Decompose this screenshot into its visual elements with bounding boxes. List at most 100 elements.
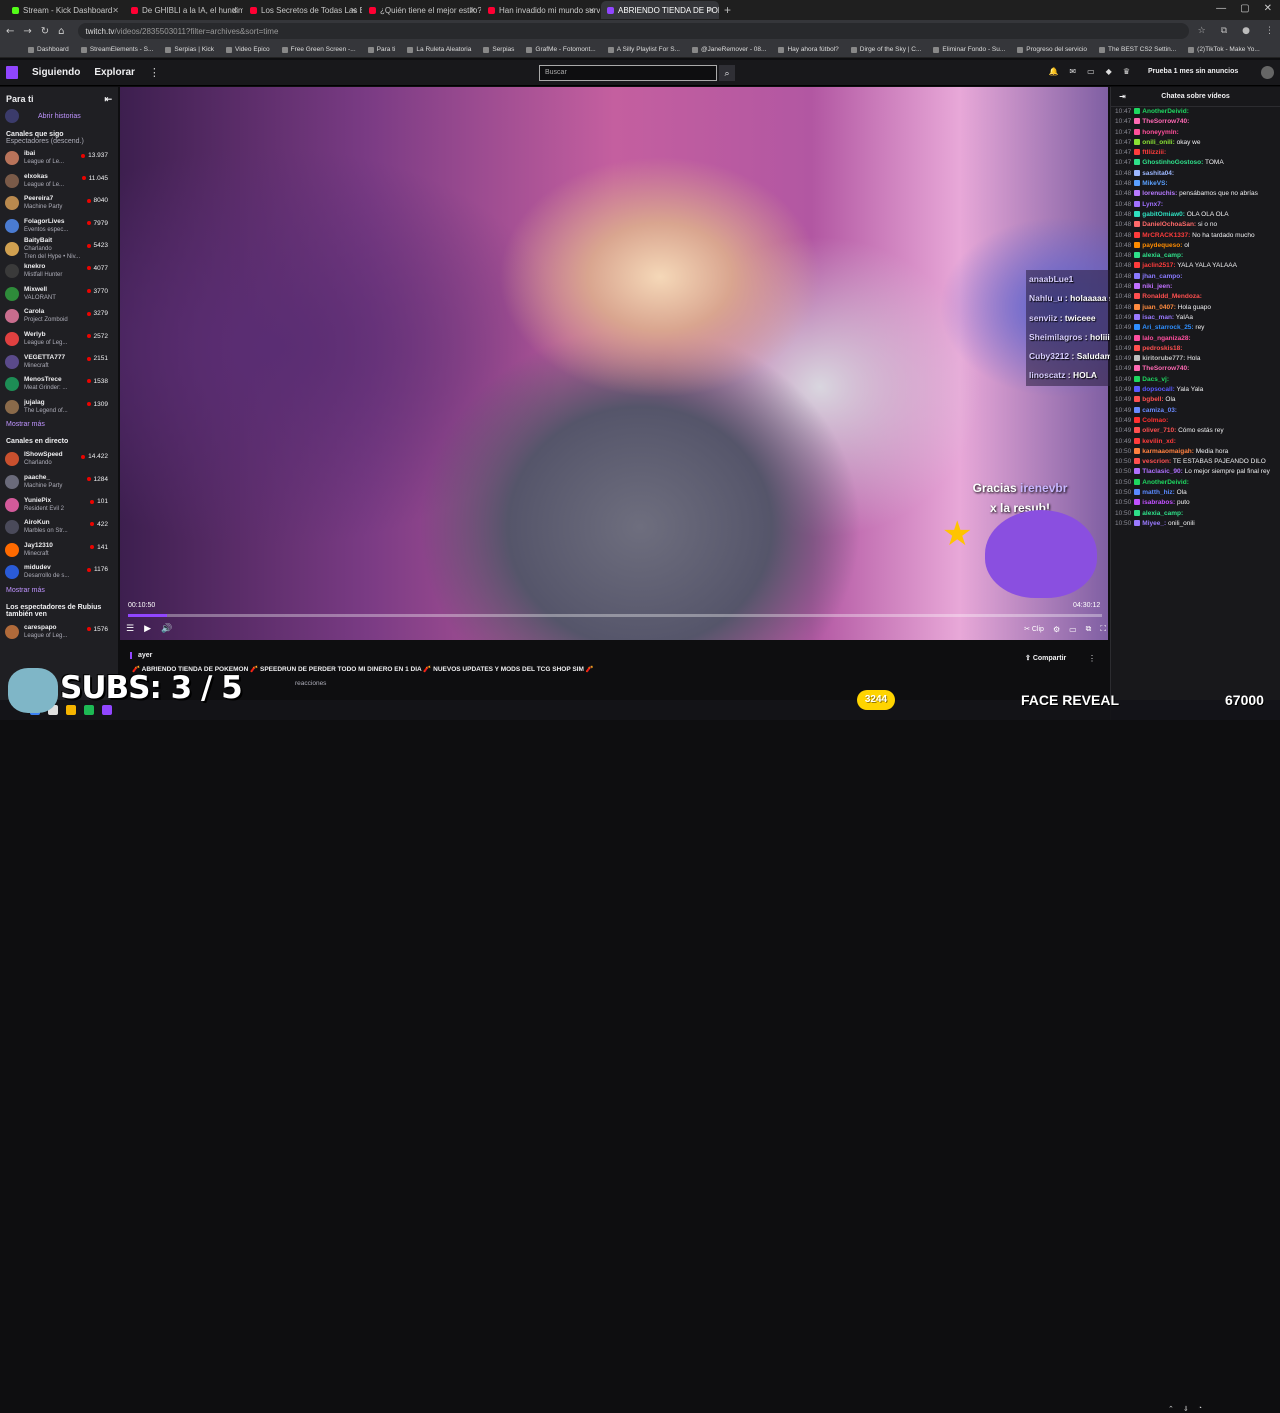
- clip-button[interactable]: ✂ Clip: [1024, 625, 1044, 633]
- tab-close-icon[interactable]: ✕: [350, 6, 357, 15]
- chat-message[interactable]: 10:48 jhan_campo:: [1111, 272, 1280, 282]
- chat-username[interactable]: dopsocall:: [1142, 386, 1175, 393]
- chat-message-list[interactable]: 10:47 AnotherDeivid: 10:47 TheSorrow740: 1…: [1111, 107, 1280, 529]
- chat-message[interactable]: 10:47 TheSorrow740:: [1111, 117, 1280, 127]
- sidebar-channel[interactable]: IShowSpeed Charlando 14.422: [0, 448, 118, 471]
- bookmark-item[interactable]: Dirge of the Sky | C...: [850, 46, 921, 53]
- settings-icon[interactable]: ⚙: [1053, 625, 1060, 634]
- chat-message[interactable]: 10:49 isac_man: YaIAa: [1111, 313, 1280, 323]
- browser-tab[interactable]: Los Secretos de Todas Las Estru✕: [244, 1, 362, 19]
- user-avatar[interactable]: [1261, 66, 1274, 79]
- bookmark-item[interactable]: Video Epico: [226, 46, 270, 53]
- inbox-icon[interactable]: ✉: [1069, 67, 1076, 76]
- bits-icon[interactable]: ◆: [1106, 67, 1112, 76]
- chat-message[interactable]: 10:49 oliver_710: Cómo estás rey: [1111, 426, 1280, 436]
- video-player[interactable]: [120, 87, 1108, 640]
- chat-username[interactable]: AnotherDeivid:: [1142, 479, 1189, 486]
- browser-tab[interactable]: De GHIBLI a la IA, el hundimien✕: [125, 1, 243, 19]
- chat-message[interactable]: 10:49 kevilin_xd:: [1111, 437, 1280, 447]
- chat-username[interactable]: lorenuchis:: [1142, 190, 1177, 197]
- chat-username[interactable]: isac_man:: [1142, 314, 1174, 321]
- chat-username[interactable]: TheSorrow740:: [1142, 365, 1189, 372]
- tab-close-icon[interactable]: ✕: [707, 6, 714, 15]
- chat-message[interactable]: 10:48 sashita04:: [1111, 169, 1280, 179]
- sidebar-channel[interactable]: carespapo League of Leg... 1576: [0, 621, 118, 644]
- chat-message[interactable]: 10:47 onili_onili: okay we: [1111, 138, 1280, 148]
- chat-username[interactable]: DanielOchoaSan:: [1142, 221, 1196, 228]
- chat-username[interactable]: alexia_camp:: [1142, 510, 1183, 517]
- theatre-mode-icon[interactable]: ▭: [1069, 625, 1077, 634]
- chat-message[interactable]: 10:49 camiza_03:: [1111, 406, 1280, 416]
- chat-username[interactable]: kiritorube777:: [1142, 355, 1185, 362]
- bookmark-star-icon[interactable]: ☆: [1198, 26, 1206, 36]
- new-tab-button[interactable]: +: [724, 3, 731, 17]
- chat-username[interactable]: Colmao:: [1142, 417, 1168, 424]
- prime-crown-icon[interactable]: ♛: [1123, 67, 1130, 76]
- sidebar-channel[interactable]: YuniePix Resident Evil 2 101: [0, 493, 118, 516]
- chat-message[interactable]: 10:48 Lynx7:: [1111, 200, 1280, 210]
- chat-message[interactable]: 10:48 MrCRACK1337: No ha tardado mucho: [1111, 231, 1280, 241]
- sidebar-channel[interactable]: Jay12310 Minecraft 141: [0, 539, 118, 562]
- twitch-logo[interactable]: [6, 66, 18, 79]
- search-icon[interactable]: ⌕: [719, 65, 735, 81]
- browser-tab[interactable]: Han invadido mi mundo surviv ✕: [482, 1, 600, 19]
- chat-username[interactable]: TheSorrow740:: [1142, 118, 1189, 125]
- close-icon[interactable]: ✕: [1264, 3, 1272, 14]
- minimize-icon[interactable]: —: [1216, 3, 1226, 14]
- chat-message[interactable]: 10:49 kiritorube777: Hola: [1111, 354, 1280, 364]
- chat-username[interactable]: camiza_03:: [1142, 407, 1177, 414]
- bookmark-item[interactable]: @JaneRemover - 08...: [691, 46, 766, 53]
- chat-username[interactable]: AnotherDeivid:: [1142, 108, 1189, 115]
- sidebar-channel[interactable]: elxokas League of Le... 11.045: [0, 170, 118, 193]
- chat-username[interactable]: gabitOmiaw0:: [1142, 211, 1185, 218]
- forward-icon[interactable]: →: [23, 26, 31, 37]
- bookmark-item[interactable]: Dashboard: [28, 46, 69, 53]
- tray-chevron-icon[interactable]: ⌃: [1168, 1405, 1174, 1413]
- explorer-icon[interactable]: [66, 705, 76, 715]
- play-icon[interactable]: ▶: [144, 624, 151, 634]
- sidebar-channel[interactable]: paache_ Machine Party 1284: [0, 471, 118, 494]
- chat-username[interactable]: paydequeso:: [1142, 242, 1182, 249]
- chat-username[interactable]: MrCRACK1337:: [1142, 232, 1190, 239]
- sidebar-channel[interactable]: Carola Project Zomboid 3279: [0, 305, 118, 328]
- chat-username[interactable]: bgbell:: [1142, 396, 1163, 403]
- chat-message[interactable]: 10:49 Colmao:: [1111, 416, 1280, 426]
- bookmark-item[interactable]: Serpias | Kick: [165, 46, 214, 53]
- sort-label[interactable]: Espectadores (descend.): [0, 138, 118, 145]
- share-button[interactable]: ⇪ Compartir: [1025, 654, 1066, 662]
- chat-username[interactable]: matth_hiz:: [1142, 489, 1175, 496]
- chat-username[interactable]: kevilin_xd:: [1142, 438, 1176, 445]
- chat-username[interactable]: karmaaomaigah:: [1142, 448, 1194, 455]
- tab-close-icon[interactable]: ✕: [112, 6, 119, 15]
- bookmark-item[interactable]: (2)TikTok - Make Yo...: [1188, 46, 1260, 53]
- back-icon[interactable]: ←: [6, 26, 14, 37]
- sidebar-channel[interactable]: VEGETTA777 Minecraft 2151: [0, 350, 118, 373]
- bookmark-item[interactable]: Hay ahora fútbol?: [778, 46, 839, 53]
- chat-message[interactable]: 10:48 DanielOchoaSan: si o no: [1111, 220, 1280, 230]
- notifications-icon[interactable]: 🔔: [1048, 67, 1058, 76]
- chat-username[interactable]: GhostinhoGostoso:: [1142, 159, 1203, 166]
- sidebar-channel[interactable]: jujalag The Legend of... 1309: [0, 396, 118, 419]
- bookmark-item[interactable]: A Silly Playlist For S...: [607, 46, 680, 53]
- bookmark-item[interactable]: Free Green Screen -...: [281, 46, 356, 53]
- bookmark-item[interactable]: Eliminar Fondo - Su...: [933, 46, 1005, 53]
- url-field[interactable]: twitch.tv/videos/2835503011?filter=archi…: [77, 23, 1189, 39]
- browser-tab[interactable]: Stream - Kick Dashboard ✕: [6, 1, 124, 19]
- chat-message[interactable]: 10:48 Ronaldd_Mendoza:: [1111, 292, 1280, 302]
- chat-username[interactable]: MikeVS:: [1142, 180, 1167, 187]
- chat-message[interactable]: 10:48 alexia_camp:: [1111, 251, 1280, 261]
- chat-message[interactable]: 10:50 karmaaomaigah: Media hora: [1111, 447, 1280, 457]
- chat-username[interactable]: jaclin2517:: [1142, 262, 1175, 269]
- chat-message[interactable]: 10:50 Miyee_: onili_onili: [1111, 519, 1280, 529]
- show-more-live[interactable]: Mostrar más: [0, 584, 118, 598]
- sidebar-channel[interactable]: Werlyb League of Leg... 2572: [0, 328, 118, 351]
- browse-link[interactable]: Explorar: [94, 67, 135, 78]
- sidebar-channel[interactable]: Peereira7 Machine Party 8040: [0, 192, 118, 215]
- browser-tab[interactable]: ABRIENDO TIENDA DE POKI ✕: [601, 1, 719, 19]
- sidebar-channel[interactable]: MenosTrece Meat Grinder: ... 1538: [0, 373, 118, 396]
- chat-message[interactable]: 10:50 vescrion: TE ESTABAS PAJEANDO DILO: [1111, 457, 1280, 467]
- tab-close-icon[interactable]: ✕: [231, 6, 238, 15]
- fullscreen-icon[interactable]: ⛶: [1100, 624, 1106, 634]
- open-stories-link[interactable]: Abrir historias: [38, 113, 81, 120]
- twitch-app-icon[interactable]: [102, 705, 112, 715]
